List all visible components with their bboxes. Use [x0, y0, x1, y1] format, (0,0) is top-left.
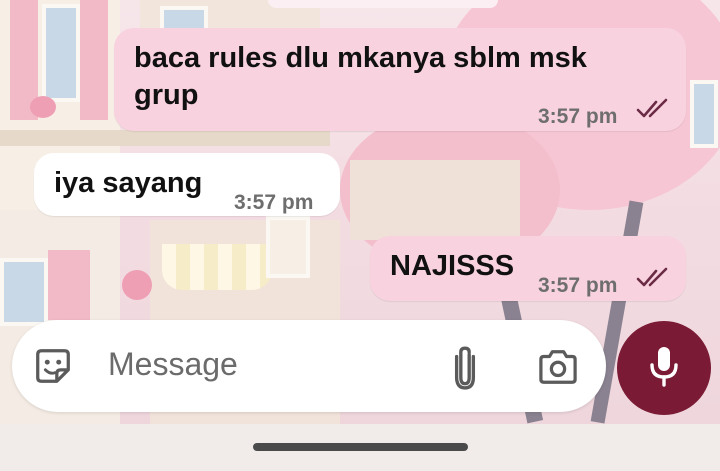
- message-time: 3:57 pm: [538, 105, 618, 128]
- wallpaper-window: [690, 80, 718, 148]
- message-time: 3:57 pm: [538, 274, 618, 297]
- wallpaper-flower: [122, 270, 152, 300]
- wallpaper-window: [0, 258, 48, 326]
- read-ticks-icon: [636, 267, 668, 287]
- message-bubble-outgoing[interactable]: baca rules dlu mkanya sblm msk grup 3:57…: [114, 28, 686, 131]
- wallpaper-door: [48, 250, 90, 320]
- message-text: iya sayang: [54, 167, 203, 199]
- wallpaper-wall: [350, 160, 520, 240]
- message-text: NAJISSS: [390, 250, 515, 282]
- message-time: 3:57 pm: [234, 191, 314, 214]
- message-input[interactable]: Message: [108, 346, 238, 383]
- attach-icon[interactable]: [452, 344, 478, 390]
- read-ticks-icon: [636, 98, 668, 118]
- message-bubble-incoming[interactable]: iya sayang 3:57 pm: [34, 153, 340, 216]
- message-bubble-outgoing[interactable]: NAJISSS 3:57 pm: [370, 236, 686, 301]
- sticker-icon[interactable]: [32, 345, 74, 387]
- navigation-bar: [0, 424, 720, 471]
- camera-icon[interactable]: [537, 348, 579, 386]
- wallpaper-beam: [0, 130, 330, 146]
- microphone-icon: [650, 347, 678, 387]
- wallpaper-flower: [30, 96, 56, 118]
- home-gesture-handle[interactable]: [253, 443, 468, 451]
- message-composer: Message: [12, 320, 606, 412]
- wallpaper-shutter: [80, 0, 108, 120]
- voice-message-button[interactable]: [617, 321, 711, 415]
- previous-bubble-edge: [268, 0, 498, 8]
- wallpaper-awning: [162, 244, 272, 290]
- wallpaper-window: [42, 4, 80, 102]
- wallpaper-lantern: [266, 216, 310, 278]
